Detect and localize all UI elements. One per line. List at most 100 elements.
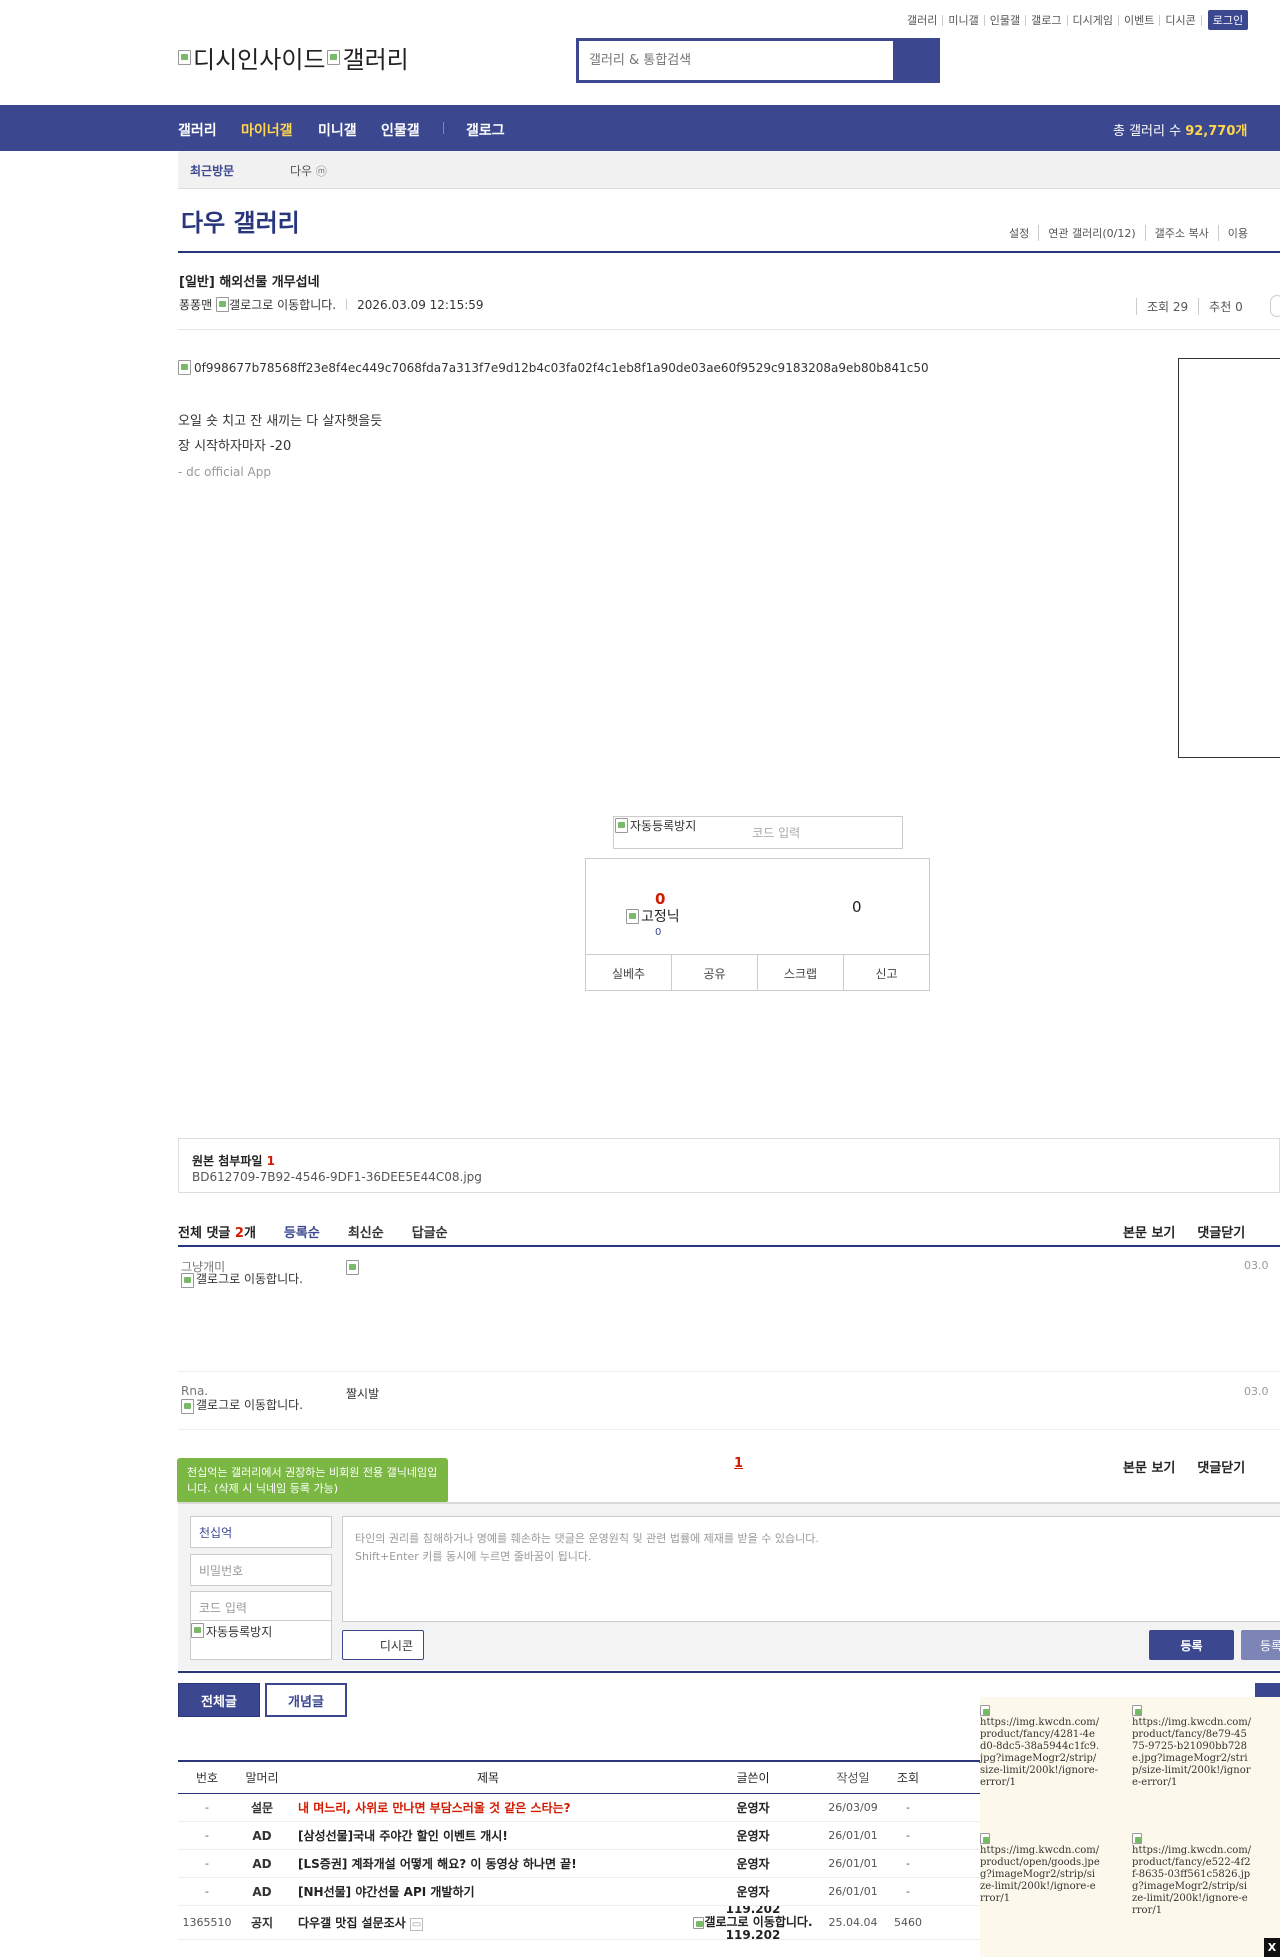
top-link-minigall[interactable]: 미니갤 (943, 14, 985, 26)
row-writer[interactable]: 운영자 (688, 1883, 818, 1900)
row-number: 1365510 (182, 1916, 232, 1929)
nav-gallery[interactable]: 갤러리 (178, 120, 217, 140)
ad-product[interactable]: https://img.kwcdn.com/product/fancy/8e79… (1132, 1705, 1252, 1789)
list-header: 번호 말머리 제목 글쓴이 작성일 조회 (178, 1762, 980, 1794)
post-writer[interactable]: 퐁퐁맨 (179, 296, 212, 313)
more-options-button[interactable] (1270, 295, 1280, 317)
search-input[interactable] (579, 41, 893, 80)
view-body-button[interactable]: 본문 보기 (1123, 1457, 1175, 1476)
captcha-alt-text: 자동등록방지 (206, 1625, 273, 1639)
gallery-settings-link[interactable]: 설정 (1000, 225, 1038, 241)
recent-visit-item[interactable]: 다우 ⓜ (290, 162, 327, 179)
recent-visit-label[interactable]: 최근방문 (190, 162, 234, 179)
row-subject[interactable]: [LS증권] 계좌개설 어떻게 해요? 이 동영상 하나면 끝! (288, 1855, 688, 1872)
close-comments-button[interactable]: 댓글닫기 (1197, 1222, 1245, 1241)
post-image[interactable]: 0f998677b78568ff23e8f4ec449c7068fda7a313… (178, 360, 929, 375)
floating-ad-panel[interactable]: https://img.kwcdn.com/product/fancy/4281… (980, 1697, 1280, 1957)
comment-count-unit: 개 (243, 1226, 256, 1241)
sort-latest[interactable]: 최신순 (348, 1222, 384, 1241)
app-signature: - dc official App (178, 465, 271, 479)
attachment-file-link[interactable]: BD612709-7B92-4546-9DF1-36DEE5E44C08.jpg (192, 1170, 482, 1184)
top-link-gallog[interactable]: 갤로그 (1026, 14, 1068, 26)
captcha-alt-text: 자동등록방지 (630, 819, 697, 833)
side-ad-frame[interactable] (1178, 358, 1280, 758)
site-logo[interactable]: 디시인사이드 갤러리 (178, 40, 409, 75)
row-writer[interactable]: 운영자 (688, 1827, 818, 1844)
row-head: 설문 (250, 1801, 274, 1815)
search-button[interactable] (893, 41, 937, 80)
comment-nick[interactable]: Rna. (181, 1384, 208, 1398)
ad-product[interactable]: https://img.kwcdn.com/product/fancy/e522… (1132, 1833, 1252, 1917)
guest-nick-tooltip: 천십억는 갤러리에서 권장하는 비회원 전용 갤닉네임입니다. (삭제 시 닉네… (177, 1458, 448, 1509)
nav-minor-gallery[interactable]: 마이너갤 (241, 120, 293, 140)
comment-notice: Shift+Enter 키를 동시에 누르면 줄바꿈이 됩니다. (355, 1550, 592, 1563)
row-subject[interactable]: [NH선물] 야간선물 API 개발하기 (288, 1883, 688, 1900)
ad-product[interactable]: https://img.kwcdn.com/product/open/goods… (980, 1833, 1100, 1905)
nav-mini-gallery[interactable]: 미니갤 (318, 120, 357, 140)
row-subject[interactable]: 내 며느리, 사위로 만나면 부담스러울 것 같은 스타는? (288, 1799, 688, 1816)
top-link-gallery[interactable]: 갤러리 (902, 14, 944, 26)
share-button[interactable]: 공유 (671, 955, 757, 991)
downvote-count[interactable]: 0 (852, 898, 862, 916)
list-row[interactable]: 1365510 공지 다우갤 맛집 설문조사 ▭ 119.202 갤로그로 이동… (178, 1906, 980, 1940)
comment-dccon-image (346, 1260, 359, 1275)
comment-gallog-link[interactable]: 갤로그로 이동합니다. (181, 1273, 311, 1288)
password-field[interactable]: 비밀번호 (190, 1554, 332, 1586)
scrap-button[interactable]: 스크랩 (757, 955, 843, 991)
nav-gallog[interactable]: 갤로그 (466, 120, 505, 140)
list-row[interactable]: - AD [NH선물] 야간선물 API 개발하기 운영자 26/01/01 - (178, 1878, 980, 1906)
list-row[interactable]: - AD [LS증권] 계좌개설 어떻게 해요? 이 동영상 하나면 끝! 운영… (178, 1850, 980, 1878)
usage-link[interactable]: 이용 (1217, 225, 1257, 241)
row-writer[interactable]: 119.202 갤로그로 이동합니다. 119.202 (688, 1906, 818, 1939)
row-subject[interactable]: 다우갤 맛집 설문조사 ▭ (288, 1914, 688, 1931)
main-nav-bar: 갤러리 마이너갤 미니갤 인물갤 갤로그 총 갤러리 수 92,770개 (0, 105, 1280, 151)
gallog-link[interactable]: 갤로그로 이동합니다. (229, 296, 336, 313)
post-recommend-count: 추천 0 (1198, 298, 1253, 315)
col-date: 작성일 (836, 1771, 870, 1785)
top-link-dccon[interactable]: 디시콘 (1160, 14, 1202, 26)
code-field[interactable]: 코드 입력 (190, 1591, 332, 1623)
view-body-button[interactable]: 본문 보기 (1123, 1222, 1175, 1241)
nickname-field[interactable]: 천십억 (190, 1516, 332, 1548)
row-writer[interactable]: 운영자 (688, 1855, 818, 1872)
row-views: - (906, 1885, 910, 1898)
post-body-line: 오일 숏 치고 잔 새끼는 다 살자햇을듯 (178, 414, 383, 429)
report-button[interactable]: 신고 (843, 955, 929, 991)
copy-gallery-url-link[interactable]: 갤주소 복사 (1144, 225, 1218, 241)
comment-date: 03.0 (1244, 1259, 1269, 1272)
fixed-nick-text: 고정닉 (641, 909, 680, 925)
submit-reply-button[interactable]: 등록 (1241, 1630, 1280, 1660)
dccon-button[interactable]: 디시콘 (342, 1630, 424, 1660)
gallery-title[interactable]: 다우 갤러리 (181, 203, 300, 238)
comment-page-number[interactable]: 1 (734, 1456, 743, 1471)
list-row[interactable]: - AD [삼성선물]국내 주야간 할인 이벤트 개시! 운영자 26/01/0… (178, 1822, 980, 1850)
close-comments-button[interactable]: 댓글닫기 (1197, 1457, 1245, 1476)
top-link-dcgame[interactable]: 디시게임 (1068, 14, 1119, 26)
tab-all-posts[interactable]: 전체글 (178, 1683, 260, 1717)
login-button[interactable]: 로그인 (1207, 10, 1249, 30)
nav-person-gallery[interactable]: 인물갤 (381, 120, 420, 140)
broken-image-icon (178, 360, 191, 375)
tab-concept-posts[interactable]: 개념글 (265, 1683, 347, 1717)
close-ad-button[interactable]: X (1264, 1938, 1280, 1957)
post-list: 번호 말머리 제목 글쓴이 작성일 조회 - 설문 내 며느리, 사위로 만나면… (178, 1760, 980, 1940)
comment-tools-bottom: 본문 보기 댓글닫기 (1123, 1457, 1245, 1476)
ad-product-alt: https://img.kwcdn.com/product/fancy/8e79… (1132, 1717, 1252, 1788)
fixed-nick-label: 고정닉 (626, 906, 680, 926)
list-row[interactable]: - 설문 내 며느리, 사위로 만나면 부담스러울 것 같은 스타는? 운영자 … (178, 1794, 980, 1822)
top-link-persongall[interactable]: 인물갤 (985, 14, 1027, 26)
sort-registered[interactable]: 등록순 (284, 1222, 320, 1241)
related-gallery-link[interactable]: 연관 갤러리(0/12) (1038, 225, 1144, 241)
broken-image-icon (1132, 1833, 1142, 1844)
best-recommend-button[interactable]: 실베추 (586, 955, 671, 991)
row-writer[interactable]: 운영자 (688, 1799, 818, 1816)
ad-product[interactable]: https://img.kwcdn.com/product/fancy/4281… (980, 1705, 1100, 1789)
sort-replies[interactable]: 답글순 (412, 1222, 448, 1241)
comment-textarea[interactable]: 타인의 권리를 침해하거나 명예를 훼손하는 댓글은 운영원칙 및 관련 법률에… (342, 1516, 1280, 1622)
submit-comment-button[interactable]: 등록 (1149, 1630, 1234, 1660)
row-subject[interactable]: [삼성선물]국내 주야간 할인 이벤트 개시! (288, 1827, 688, 1844)
captcha-code-input[interactable]: 코드 입력 (752, 824, 800, 841)
row-head: AD (252, 1828, 272, 1843)
top-link-event[interactable]: 이벤트 (1119, 14, 1161, 26)
comment-gallog-link[interactable]: 갤로그로 이동합니다. (181, 1399, 311, 1414)
